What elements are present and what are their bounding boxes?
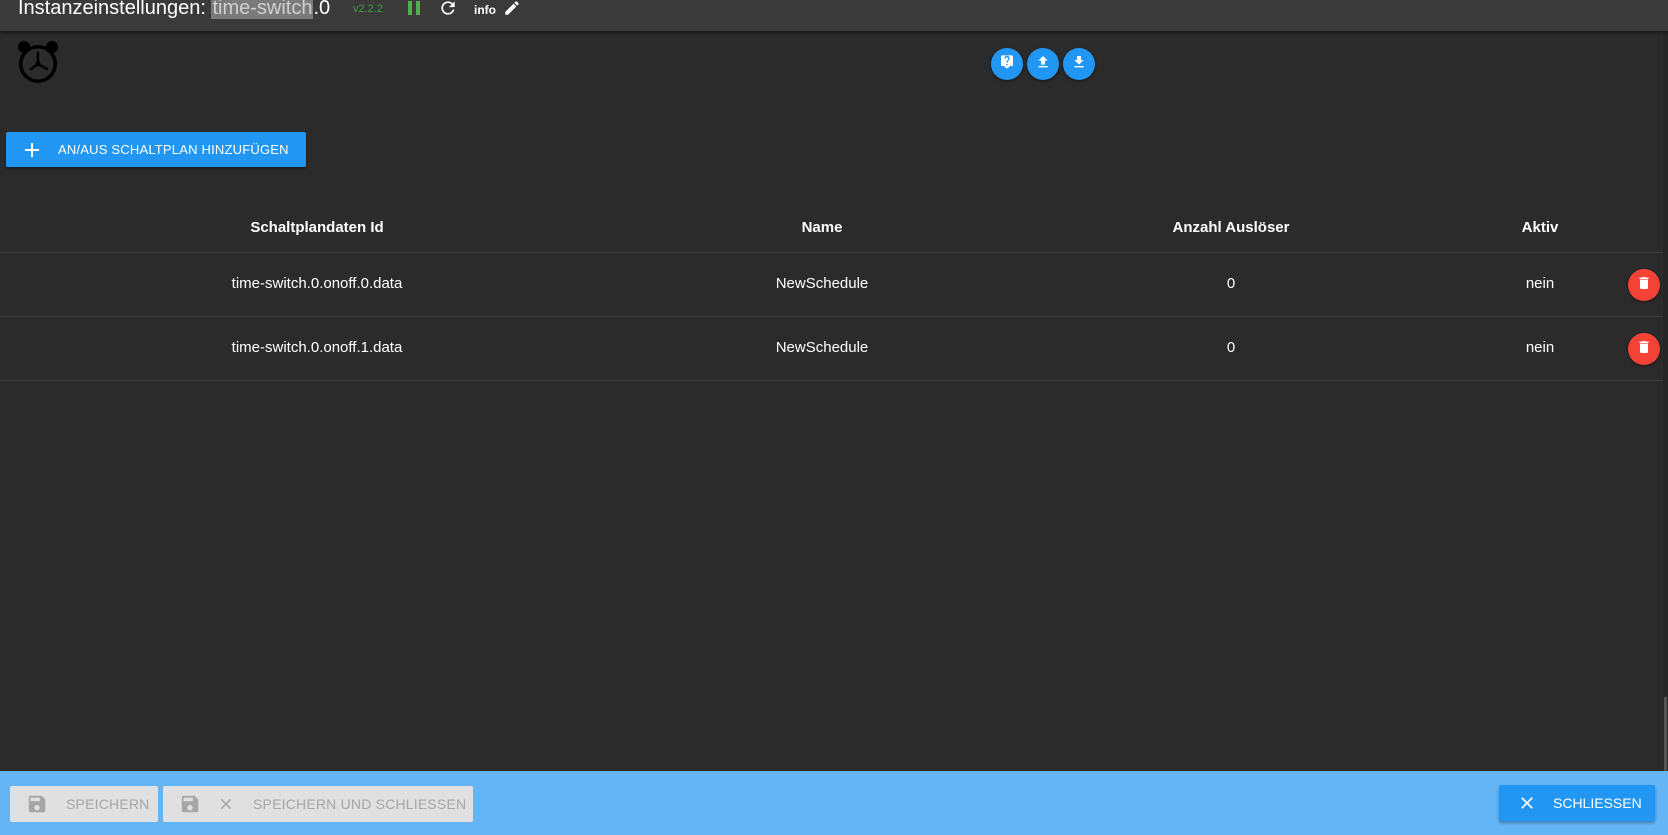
help-button[interactable] xyxy=(991,48,1023,80)
cell-triggers: 0 xyxy=(1226,339,1236,356)
instance-settings-page: Instanzeinstellungen: time-switch.0 v2.2… xyxy=(0,0,1668,835)
close-icon xyxy=(217,795,235,813)
reload-icon[interactable] xyxy=(438,0,458,23)
close-icon xyxy=(1517,793,1537,813)
alarm-clock-icon xyxy=(14,38,62,91)
save-button[interactable]: SPEICHERN xyxy=(10,786,158,822)
help-icon xyxy=(999,54,1015,75)
footer-bar: SPEICHERN SPEICHERN UND SCHLIESSEN SCHLI… xyxy=(0,771,1668,835)
trash-icon xyxy=(1636,275,1652,296)
pencil-icon[interactable] xyxy=(503,0,521,22)
schedule-table: Schaltplandaten Id Name Anzahl Auslöser … xyxy=(0,205,1668,381)
version-label: v2.2.2 xyxy=(353,3,383,15)
title-prefix: Instanzeinstellungen: xyxy=(18,0,212,19)
cell-active: nein xyxy=(1525,275,1555,292)
add-schedule-label: AN/AUS SCHALTPLAN HINZUFÜGEN xyxy=(58,142,289,157)
save-and-close-button[interactable]: SPEICHERN UND SCHLIESSEN xyxy=(163,786,473,822)
close-button[interactable]: SCHLIESSEN xyxy=(1499,785,1655,821)
header-name: Name xyxy=(801,219,843,236)
cell-triggers: 0 xyxy=(1226,275,1236,292)
delete-schedule-button[interactable] xyxy=(1628,333,1660,365)
table-row[interactable]: time-switch.0.onoff.0.data NewSchedule 0… xyxy=(0,253,1668,317)
cell-name: NewSchedule xyxy=(775,275,869,292)
add-schedule-button[interactable]: AN/AUS SCHALTPLAN HINZUFÜGEN xyxy=(6,132,306,167)
page-title: Instanzeinstellungen: time-switch.0 xyxy=(18,0,330,20)
scrollbar-thumb[interactable] xyxy=(1664,697,1667,771)
save-label: SPEICHERN xyxy=(66,796,150,812)
floppy-icon xyxy=(26,793,48,815)
pause-icon[interactable] xyxy=(407,0,421,21)
scrollbar[interactable] xyxy=(1663,31,1668,771)
cell-id: time-switch.0.onoff.0.data xyxy=(231,275,403,292)
trash-icon xyxy=(1636,339,1652,360)
delete-schedule-button[interactable] xyxy=(1628,269,1660,301)
title-suffix: .0 xyxy=(313,0,331,19)
header-triggers: Anzahl Auslöser xyxy=(1172,219,1290,236)
table-header: Schaltplandaten Id Name Anzahl Auslöser … xyxy=(0,205,1668,253)
app-header: Instanzeinstellungen: time-switch.0 v2.2… xyxy=(0,0,1668,31)
save-and-close-label: SPEICHERN UND SCHLIESSEN xyxy=(253,796,467,812)
cell-id: time-switch.0.onoff.1.data xyxy=(231,339,403,356)
download-icon xyxy=(1071,54,1087,75)
close-label: SCHLIESSEN xyxy=(1553,795,1642,811)
download-button[interactable] xyxy=(1063,48,1095,80)
cell-active: nein xyxy=(1525,339,1555,356)
table-row[interactable]: time-switch.0.onoff.1.data NewSchedule 0… xyxy=(0,317,1668,381)
upload-icon xyxy=(1035,54,1051,75)
info-label[interactable]: info xyxy=(474,3,496,17)
plus-icon xyxy=(24,142,40,158)
floppy-icon xyxy=(179,793,201,815)
title-adapter: time-switch xyxy=(211,0,314,19)
header-id: Schaltplandaten Id xyxy=(250,219,384,236)
cell-name: NewSchedule xyxy=(775,339,869,356)
upload-button[interactable] xyxy=(1027,48,1059,80)
header-active: Aktiv xyxy=(1521,219,1559,236)
